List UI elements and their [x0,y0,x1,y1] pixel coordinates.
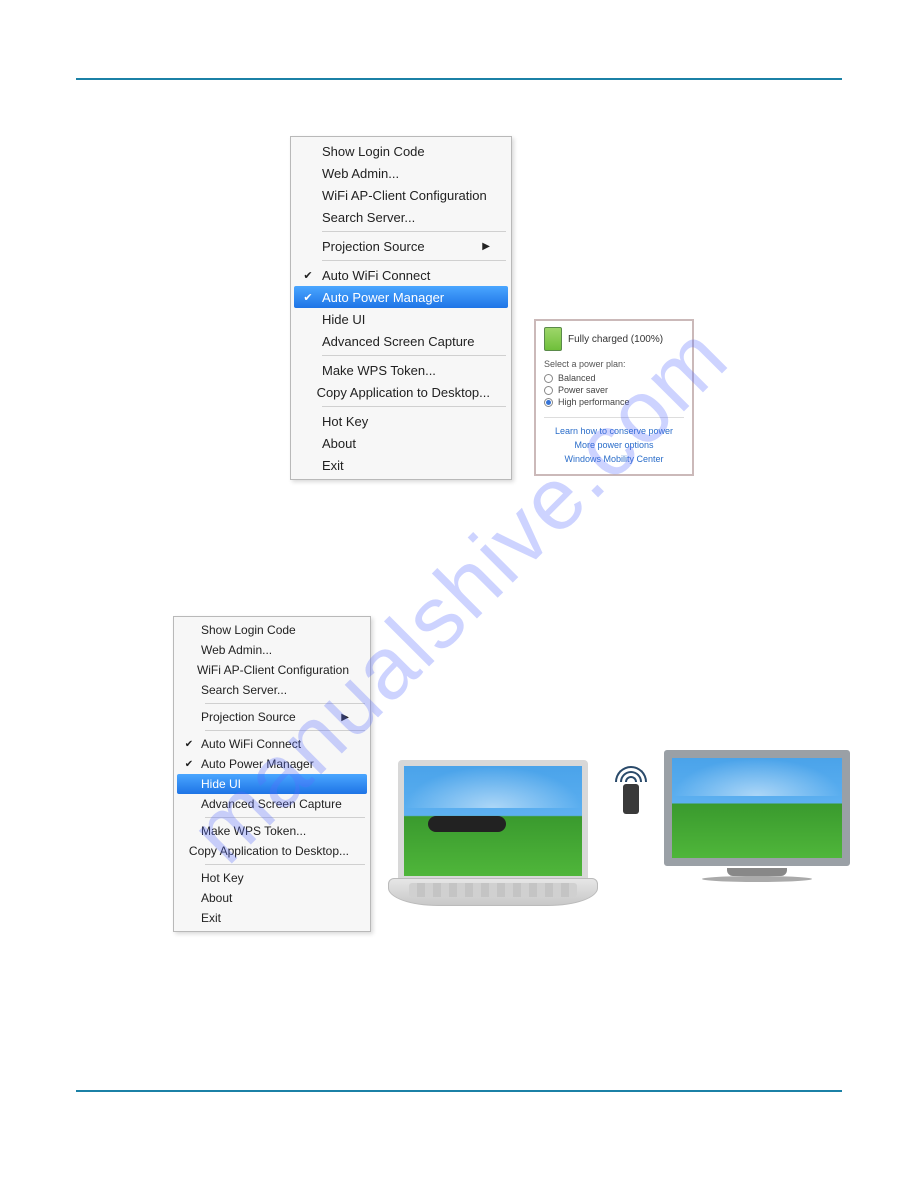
menu-item-label: Auto WiFi Connect [201,737,349,751]
radio-icon [544,386,553,395]
menu-item-label: Make WPS Token... [201,824,349,838]
menu-item-label: Web Admin... [322,166,490,181]
menu-separator [205,730,365,731]
submenu-arrow-icon: ▶ [476,241,490,252]
battery-status: Fully charged (100%) [568,334,663,345]
power-plan-title: Select a power plan: [544,359,684,369]
menu-item-label: WiFi AP-Client Configuration [322,188,490,203]
menu-item-label: Make WPS Token... [322,363,490,378]
menu-item-label: Show Login Code [322,144,490,159]
wireless-display-illustration [388,750,846,920]
menu-item-label: Exit [322,458,490,473]
menu-item-auto-wifi-connect[interactable]: ✔Auto WiFi Connect [177,734,367,754]
plan-label: Balanced [558,373,596,383]
menu-item-wifi-ap-client[interactable]: WiFi AP-Client Configuration [177,660,367,680]
radio-icon [544,398,553,407]
menu-item-label: About [201,891,349,905]
menu-item-projection-source[interactable]: Projection Source▶ [294,235,508,257]
menu-item-label: Search Server... [322,210,490,225]
menu-item-label: Hot Key [201,871,349,885]
menu-item-search-server[interactable]: Search Server... [294,206,508,228]
radio-icon [544,374,553,383]
menu-item-label: About [322,436,490,451]
laptop-icon [388,760,598,906]
power-plan-high-performance[interactable]: High performance [544,397,684,407]
menu-item-web-admin[interactable]: Web Admin... [294,162,508,184]
menu-item-label: Hide UI [322,312,490,327]
menu-separator [322,355,506,356]
link-more-power-options[interactable]: More power options [544,438,684,452]
menu-item-wifi-ap-client[interactable]: WiFi AP-Client Configuration [294,184,508,206]
check-icon: ✔ [177,739,201,750]
menu-item-label: WiFi AP-Client Configuration [197,663,349,677]
menu-item-hide-ui[interactable]: Hide UI [177,774,367,794]
menu-item-label: Projection Source [201,710,335,724]
menu-item-label: Auto Power Manager [201,757,349,771]
menu-item-label: Copy Application to Desktop... [317,385,490,400]
menu-separator [322,231,506,232]
menu-item-label: Hide UI [201,777,349,791]
menu-item-copy-app-to-desktop[interactable]: Copy Application to Desktop... [294,381,508,403]
menu-item-hot-key[interactable]: Hot Key [177,868,367,888]
menu-item-label: Show Login Code [201,623,349,637]
menu-item-about[interactable]: About [177,888,367,908]
page-rule-top [76,78,842,80]
context-menu-1: Show Login Code Web Admin... WiFi AP-Cli… [290,136,512,480]
menu-item-projection-source[interactable]: Projection Source▶ [177,707,367,727]
menu-item-exit[interactable]: Exit [294,454,508,476]
check-icon: ✔ [177,759,201,770]
power-plan-balanced[interactable]: Balanced [544,373,684,383]
menu-item-label: Advanced Screen Capture [322,334,490,349]
submenu-arrow-icon: ▶ [335,712,349,723]
battery-icon [544,327,562,351]
plan-label: High performance [558,397,630,407]
menu-item-make-wps-token[interactable]: Make WPS Token... [177,821,367,841]
power-popup: Fully charged (100%) Select a power plan… [534,319,694,476]
menu-item-label: Hot Key [322,414,490,429]
wifi-icon [614,762,648,782]
wireless-dongle-icon [613,762,649,814]
menu-item-label: Advanced Screen Capture [201,797,349,811]
menu-item-web-admin[interactable]: Web Admin... [177,640,367,660]
menu-separator [322,406,506,407]
menu-item-auto-wifi-connect[interactable]: ✔Auto WiFi Connect [294,264,508,286]
tv-icon [664,750,850,882]
menu-item-make-wps-token[interactable]: Make WPS Token... [294,359,508,381]
context-menu-2: Show Login Code Web Admin... WiFi AP-Cli… [173,616,371,932]
menu-item-hot-key[interactable]: Hot Key [294,410,508,432]
plan-label: Power saver [558,385,608,395]
menu-separator [205,864,365,865]
menu-item-advanced-screen-capture[interactable]: Advanced Screen Capture [294,330,508,352]
menu-item-search-server[interactable]: Search Server... [177,680,367,700]
menu-item-label: Copy Application to Desktop... [189,844,349,858]
menu-item-label: Projection Source [322,239,476,254]
menu-separator [205,703,365,704]
menu-item-exit[interactable]: Exit [177,908,367,928]
menu-separator [322,260,506,261]
check-icon: ✔ [294,291,322,304]
menu-item-hide-ui[interactable]: Hide UI [294,308,508,330]
menu-item-advanced-screen-capture[interactable]: Advanced Screen Capture [177,794,367,814]
menu-item-label: Auto Power Manager [322,290,490,305]
menu-item-show-login-code[interactable]: Show Login Code [294,140,508,162]
check-icon: ✔ [294,269,322,282]
menu-item-about[interactable]: About [294,432,508,454]
link-conserve-power[interactable]: Learn how to conserve power [544,424,684,438]
menu-item-label: Exit [201,911,349,925]
menu-item-label: Auto WiFi Connect [322,268,490,283]
menu-item-label: Web Admin... [201,643,349,657]
menu-item-label: Search Server... [201,683,349,697]
menu-item-copy-app-to-desktop[interactable]: Copy Application to Desktop... [177,841,367,861]
link-mobility-center[interactable]: Windows Mobility Center [544,452,684,466]
page-rule-bottom [76,1090,842,1092]
power-plan-power-saver[interactable]: Power saver [544,385,684,395]
menu-item-auto-power-manager[interactable]: ✔Auto Power Manager [294,286,508,308]
menu-item-show-login-code[interactable]: Show Login Code [177,620,367,640]
menu-item-auto-power-manager[interactable]: ✔Auto Power Manager [177,754,367,774]
menu-separator [205,817,365,818]
